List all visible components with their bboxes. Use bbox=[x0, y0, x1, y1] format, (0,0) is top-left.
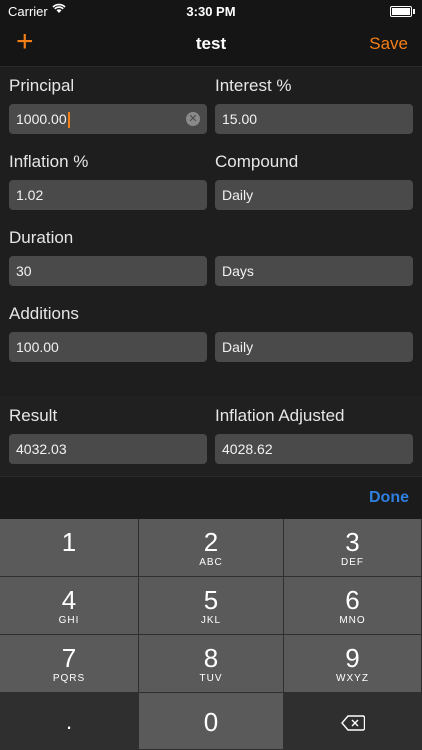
key-8[interactable]: 8 TUV bbox=[139, 635, 284, 693]
result-value: 4032.03 bbox=[16, 441, 67, 457]
backspace-icon bbox=[340, 715, 365, 731]
text-caret bbox=[67, 112, 70, 129]
keyboard-accessory-bar: Done bbox=[0, 476, 422, 519]
compound-value: Daily bbox=[222, 187, 254, 203]
compound-label: Compound bbox=[215, 152, 299, 171]
interest-value: 15.00 bbox=[222, 111, 258, 127]
result-section: Result 4032.03 Inflation Adjusted 4028.6… bbox=[0, 396, 422, 476]
principal-field[interactable]: 1000.00 ✕ bbox=[9, 104, 207, 134]
navigation-bar: + test Save bbox=[0, 22, 422, 67]
duration-unit-select[interactable]: Days bbox=[215, 256, 413, 286]
additions-frequency-select[interactable]: Daily bbox=[215, 332, 413, 362]
inflation-adjusted-field: 4028.62 bbox=[215, 434, 413, 464]
key-letters: TUV bbox=[199, 673, 223, 684]
key-digit: 8 bbox=[203, 643, 219, 673]
key-digit: 4 bbox=[61, 585, 77, 615]
calculator-form: Principal 1000.00 ✕ Interest % 15.00 Inf… bbox=[0, 67, 422, 395]
status-time: 3:30 PM bbox=[186, 4, 236, 19]
key-letters: GHI bbox=[58, 615, 80, 626]
battery-icon bbox=[390, 6, 415, 17]
key-digit: 5 bbox=[203, 585, 219, 615]
key-digit: 0 bbox=[203, 707, 219, 737]
key-letters: MNO bbox=[339, 615, 366, 626]
status-bar: Carrier 3:30 PM bbox=[0, 0, 422, 22]
duration-unit-value: Days bbox=[222, 263, 254, 279]
key-4[interactable]: 4 GHI bbox=[0, 577, 139, 635]
key-digit: 2 bbox=[203, 527, 219, 557]
additions-frequency-value: Daily bbox=[222, 339, 254, 355]
key-2[interactable]: 2 ABC bbox=[139, 519, 284, 577]
interest-field[interactable]: 15.00 bbox=[215, 104, 413, 134]
inflation-value: 1.02 bbox=[16, 187, 44, 203]
key-6[interactable]: 6 MNO bbox=[284, 577, 422, 635]
key-digit: 1 bbox=[61, 527, 77, 557]
result-field: 4032.03 bbox=[9, 434, 207, 464]
inflation-label: Inflation % bbox=[9, 152, 89, 171]
key-digit: 3 bbox=[345, 527, 360, 557]
key-1[interactable]: 1 bbox=[0, 519, 139, 577]
key-letters: DEF bbox=[341, 557, 364, 568]
principal-label: Principal bbox=[9, 76, 75, 95]
key-digit: 9 bbox=[345, 643, 360, 673]
key-letters: JKL bbox=[200, 615, 222, 626]
numeric-keypad: 1 2 ABC 3 DEF 4 GHI 5 JKL 6 MNO 7 PQRS 8… bbox=[0, 519, 422, 750]
additions-label: Additions bbox=[9, 304, 79, 323]
key-5[interactable]: 5 JKL bbox=[139, 577, 284, 635]
key-9[interactable]: 9 WXYZ bbox=[284, 635, 422, 693]
principal-value: 1000.00 bbox=[16, 111, 67, 127]
backspace-key[interactable] bbox=[284, 693, 422, 750]
duration-label: Duration bbox=[9, 228, 74, 247]
inflation-field[interactable]: 1.02 bbox=[9, 180, 207, 210]
key-digit: 7 bbox=[61, 643, 77, 673]
page-title: test bbox=[195, 34, 227, 53]
clear-icon[interactable]: ✕ bbox=[186, 112, 200, 126]
done-button[interactable]: Done bbox=[369, 489, 409, 507]
key-letters: WXYZ bbox=[336, 673, 369, 684]
compound-select[interactable]: Daily bbox=[215, 180, 413, 210]
inflation-adjusted-value: 4028.62 bbox=[222, 441, 273, 457]
duration-field[interactable]: 30 bbox=[9, 256, 207, 286]
key-letters: ABC bbox=[199, 557, 223, 568]
duration-value: 30 bbox=[16, 263, 32, 279]
key-digit: . bbox=[65, 709, 73, 734]
key-3[interactable]: 3 DEF bbox=[284, 519, 422, 577]
key-0[interactable]: 0 bbox=[139, 693, 284, 750]
additions-field[interactable]: 100.00 bbox=[9, 332, 207, 362]
inflation-adjusted-label: Inflation Adjusted bbox=[215, 406, 345, 425]
additions-value: 100.00 bbox=[16, 339, 59, 355]
key-decimal[interactable]: . bbox=[0, 693, 139, 750]
key-7[interactable]: 7 PQRS bbox=[0, 635, 139, 693]
result-label: Result bbox=[9, 406, 58, 425]
key-digit: 6 bbox=[345, 585, 360, 615]
interest-label: Interest % bbox=[215, 76, 292, 95]
save-button[interactable]: Save bbox=[369, 34, 408, 54]
key-letters: PQRS bbox=[52, 673, 86, 684]
